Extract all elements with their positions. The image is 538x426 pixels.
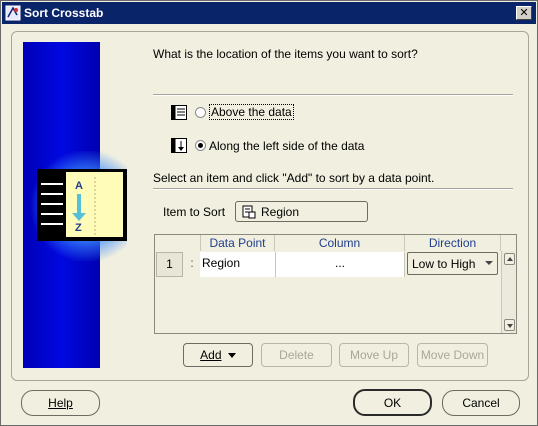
scroll-down-icon[interactable] [504, 319, 515, 331]
window-title: Sort Crosstab [24, 6, 104, 20]
sort-grid: Data Point Column Direction 1 : Region .… [154, 234, 517, 334]
grid-row-number[interactable]: 1 [156, 252, 183, 277]
sort-az-graphic-icon: A Z [37, 169, 127, 241]
item-to-sort-label: Item to Sort [163, 205, 226, 219]
ok-button[interactable]: OK [353, 389, 432, 416]
option-above-data[interactable]: Above the data [171, 104, 294, 120]
close-button[interactable]: ✕ [516, 6, 532, 20]
left-side-data-label: Along the left side of the data [209, 138, 365, 153]
cancel-button[interactable]: Cancel [442, 390, 520, 416]
grid-row-separator: : [190, 256, 194, 270]
grid-header-direction[interactable]: Direction [405, 235, 501, 251]
sort-crosstab-dialog: Sort Crosstab ✕ A Z What is the location… [0, 0, 538, 426]
grid-header-column[interactable]: Column [275, 235, 405, 251]
move-down-button[interactable]: Move Down [417, 343, 488, 367]
divider-mid [153, 188, 513, 190]
direction-select[interactable]: Low to High [407, 252, 498, 275]
delete-button[interactable]: Delete [261, 343, 332, 367]
above-data-icon [171, 104, 187, 120]
above-data-radio[interactable] [195, 106, 206, 118]
add-dropdown-icon [227, 353, 236, 359]
region-item-icon [242, 205, 256, 218]
instructions-text: Select an item and click "Add" to sort b… [153, 171, 435, 185]
help-button[interactable]: Help [21, 390, 100, 416]
left-side-data-radio[interactable] [195, 140, 206, 151]
move-up-button[interactable]: Move Up [339, 343, 409, 367]
help-button-label: Help [48, 396, 73, 410]
option-left-side-data[interactable]: Along the left side of the data [171, 138, 364, 153]
grid-scrollbar[interactable] [501, 251, 516, 333]
location-question: What is the location of the items you wa… [153, 47, 418, 61]
dropdown-arrow-icon [485, 261, 493, 265]
direction-value: Low to High [412, 256, 476, 271]
app-icon [5, 5, 21, 21]
grid-header-blank [155, 235, 201, 251]
add-button-label: Add [200, 348, 222, 362]
item-to-sort-value: Region [261, 204, 300, 219]
graphic-letter-a: A [75, 180, 83, 192]
add-button[interactable]: Add [183, 343, 253, 367]
above-data-label: Above the data [209, 104, 294, 120]
graphic-letter-z: Z [75, 222, 82, 234]
scroll-up-icon[interactable] [504, 253, 515, 265]
grid-cell-column[interactable]: ... [276, 252, 405, 277]
divider-top [153, 94, 513, 96]
grid-header-data-point[interactable]: Data Point [201, 235, 275, 251]
title-bar[interactable]: Sort Crosstab ✕ [2, 2, 536, 24]
grid-cell-data-point[interactable]: Region [200, 252, 276, 277]
item-to-sort-field[interactable]: Region [235, 201, 368, 222]
left-side-data-icon [171, 138, 187, 153]
